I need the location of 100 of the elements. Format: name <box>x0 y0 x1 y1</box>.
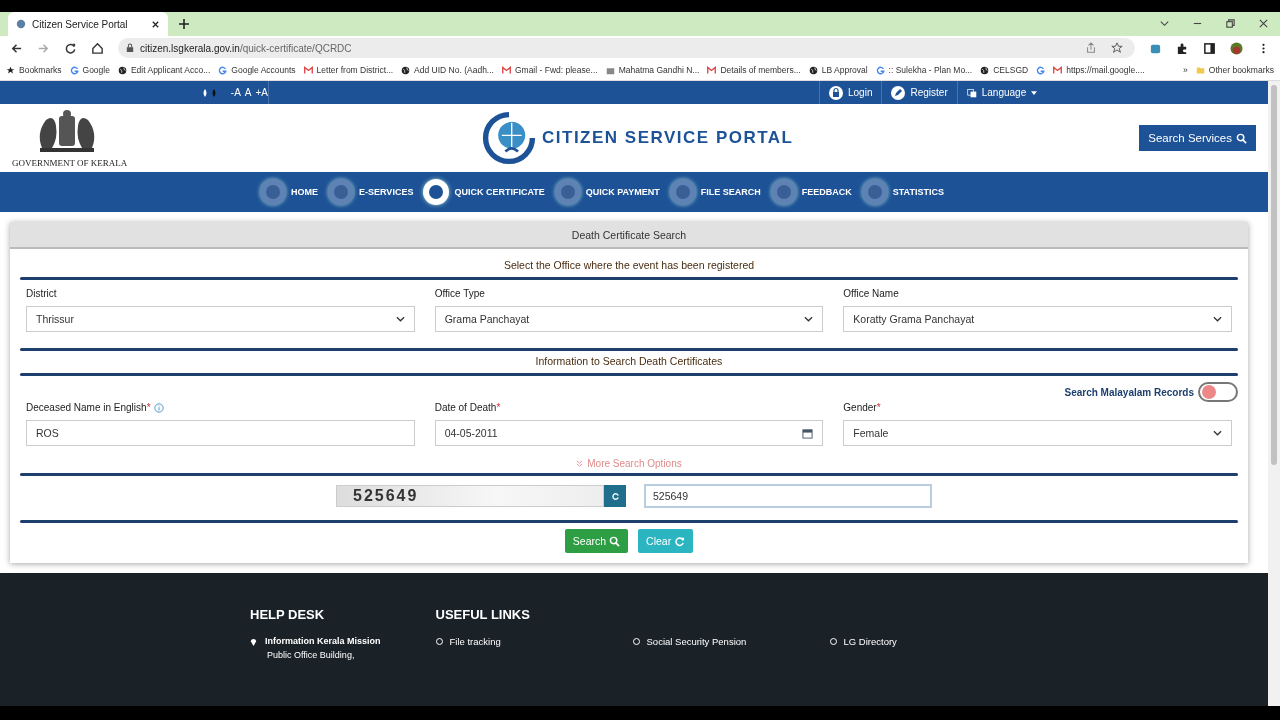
nav-item[interactable]: QUICK PAYMENT <box>554 179 660 205</box>
toggle-switch[interactable] <box>1198 382 1238 402</box>
avatar-icon[interactable] <box>1230 41 1243 55</box>
bookmark[interactable]: Edit Applicant Acco... <box>117 65 211 75</box>
select-field[interactable]: Female <box>843 420 1232 446</box>
refresh-icon <box>610 491 620 501</box>
bookmark[interactable]: Mahatma Gandhi N... <box>605 65 700 75</box>
google-g-icon <box>218 65 228 75</box>
lock-icon <box>829 85 843 100</box>
chevron-down-icon <box>1213 430 1222 436</box>
chevron-down-icon <box>804 316 814 322</box>
login-link[interactable]: Login <box>819 81 882 104</box>
captcha-input[interactable]: 525649 <box>644 484 932 508</box>
bookmark[interactable]: :: Sulekha - Plan Mo... <box>875 65 973 75</box>
search-icon <box>1236 132 1247 144</box>
google-g-icon <box>69 65 79 75</box>
bookmark-folder[interactable]: Other bookmarks <box>1195 65 1274 75</box>
bookmark[interactable]: Bookmarks <box>6 65 62 75</box>
search-services-button[interactable]: Search Services <box>1139 125 1256 151</box>
globe-icon <box>16 19 26 29</box>
bookmarks-overflow[interactable]: » <box>1183 65 1188 75</box>
bookmark[interactable]: Details of members... <box>707 65 801 75</box>
section-heading: Select the Office where the event has been registered <box>502 258 756 273</box>
footer-link[interactable]: Social Security Pension <box>632 636 830 647</box>
bookmark[interactable]: https://mail.google.... <box>1053 65 1145 75</box>
select-field[interactable]: Thrissur <box>26 306 415 332</box>
star-icon[interactable] <box>1111 42 1123 54</box>
bookmark[interactable]: Gmail - Fwd: please... <box>501 65 598 75</box>
organization-name: GOVERNMENT OF KERALA <box>12 158 128 168</box>
chevron-down-icon <box>1213 316 1222 322</box>
font-size-link[interactable]: +A <box>255 87 268 98</box>
restore-icon[interactable] <box>1225 18 1236 29</box>
chevron-down-icon[interactable] <box>1159 18 1170 29</box>
portal-title: CITIZEN SERVICE PORTAL <box>542 128 794 148</box>
register-link[interactable]: Register <box>881 81 957 104</box>
help-desk-organization: Information Kerala Mission <box>265 636 381 646</box>
nav-item[interactable]: STATISTICS <box>861 179 944 205</box>
mail-icon <box>707 65 717 75</box>
field-label: Date of Death* <box>434 402 501 413</box>
globe-icon <box>117 65 127 75</box>
translate-icon <box>966 87 977 98</box>
bookmark[interactable]: Google Accounts <box>218 65 296 75</box>
select-field[interactable]: Koratty Grama Panchayat <box>843 306 1232 332</box>
chevron-down-icon <box>395 316 405 322</box>
nav-item[interactable]: FILE SEARCH <box>669 179 761 205</box>
language-dropdown[interactable]: Language <box>956 81 1047 104</box>
field-label: Gender* <box>843 402 881 413</box>
bookmark[interactable]: Letter from District... <box>303 65 394 75</box>
side-panel-icon[interactable] <box>1203 41 1216 55</box>
field-label: Office Name <box>843 288 899 299</box>
search-icon <box>609 535 621 547</box>
nav-item[interactable]: HOME <box>260 179 319 205</box>
field-label: Deceased Name in English* <box>26 402 151 413</box>
nav-item[interactable]: E-SERVICES <box>328 179 414 205</box>
star-icon <box>6 65 15 75</box>
section-heading: Information to Search Death Certificates <box>534 354 724 369</box>
close-icon[interactable] <box>1258 18 1269 29</box>
address-bar[interactable]: citizen.lsgkerala.gov.in/quick-certificate/QCRDC <box>118 38 1135 58</box>
mail-icon <box>501 65 511 75</box>
help-desk-address: Public Office Building, <box>267 650 356 660</box>
bookmark[interactable]: LB Approval <box>808 65 868 75</box>
font-size-link[interactable]: A <box>244 87 252 98</box>
caret-icon <box>1031 90 1038 95</box>
mail-icon <box>303 65 313 75</box>
google-g-icon <box>1036 65 1046 75</box>
bookmark[interactable]: Google <box>69 65 110 75</box>
field-label: District <box>26 288 57 299</box>
toggle-label: Search Malayalam Records <box>1064 386 1194 398</box>
globe-icon <box>980 65 990 75</box>
puzzle-icon[interactable] <box>1176 41 1189 55</box>
date-field[interactable]: 04-05-2011 <box>434 420 824 446</box>
footer-heading: HELP DESK <box>250 607 326 622</box>
site-icon <box>605 65 615 75</box>
reload-icon[interactable] <box>64 41 77 55</box>
field-label: Office Type <box>434 288 485 299</box>
footer-link[interactable]: File tracking <box>435 636 633 647</box>
nav-item[interactable]: FEEDBACK <box>770 179 852 205</box>
refresh-captcha-button[interactable] <box>604 485 626 507</box>
home-icon[interactable] <box>91 41 104 55</box>
footer-link[interactable]: LG Directory <box>829 636 1027 647</box>
bookmark[interactable] <box>1036 65 1046 75</box>
input-field[interactable]: ROS <box>26 420 415 446</box>
bookmark[interactable]: CELSGD <box>980 65 1029 75</box>
scrollbar[interactable] <box>1268 81 1280 706</box>
nav-item[interactable]: QUICK CERTIFICATE <box>423 179 545 205</box>
google-g-icon <box>875 65 885 75</box>
globe-icon <box>808 65 818 75</box>
bookmark[interactable]: Add UID No. (Aadh... <box>401 65 494 75</box>
font-size-link[interactable]: -A <box>230 87 241 98</box>
calendar-icon <box>802 427 814 439</box>
close-icon[interactable] <box>151 19 160 29</box>
share-icon[interactable] <box>1085 42 1097 54</box>
tab-title: Citizen Service Portal <box>32 18 129 30</box>
globe-icon <box>401 65 411 75</box>
browser-tab[interactable]: Citizen Service Portal <box>8 12 168 36</box>
new-tab-icon[interactable] <box>178 18 190 30</box>
location-pin-icon <box>250 636 257 646</box>
url-text: citizen.lsgkerala.gov.in/quick-certificate/QCRDC <box>140 42 352 54</box>
select-field[interactable]: Grama Panchayat <box>434 306 824 332</box>
lock-icon <box>126 43 134 53</box>
